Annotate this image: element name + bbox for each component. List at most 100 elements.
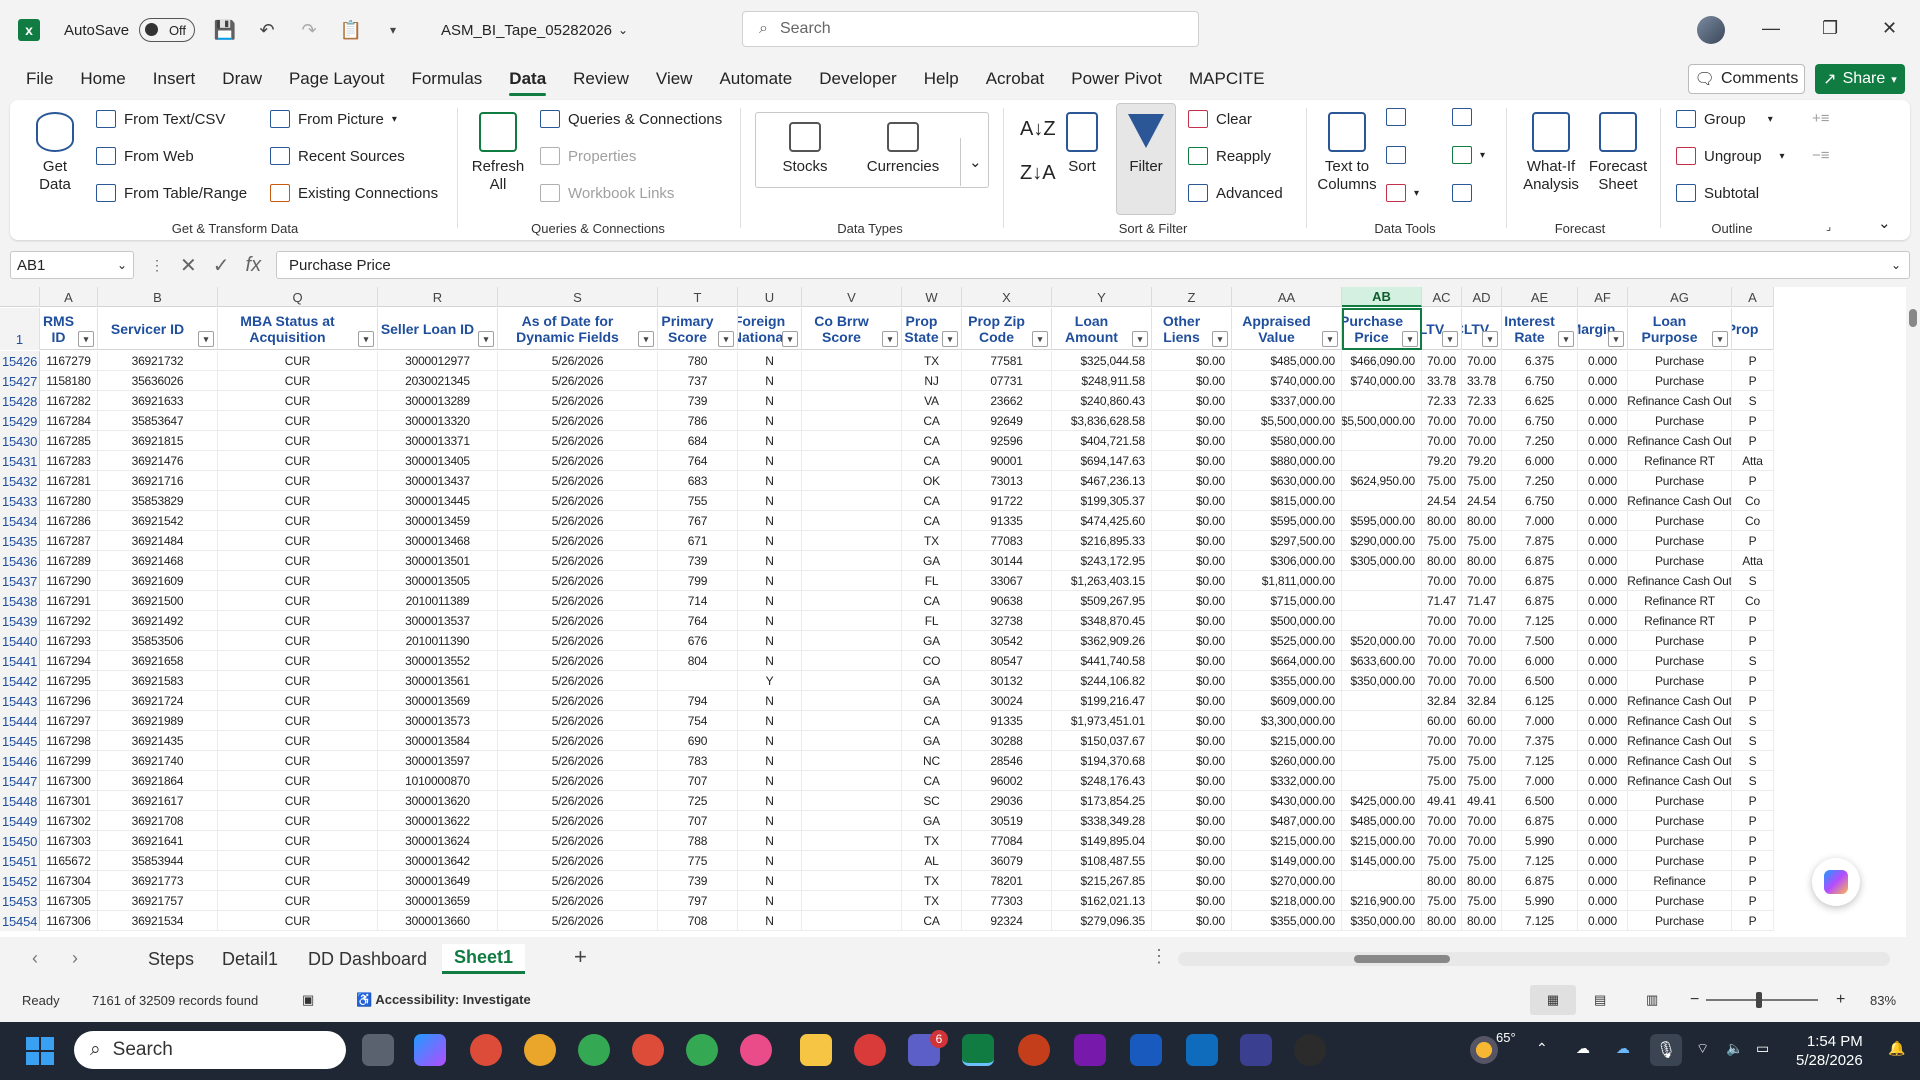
table-cell[interactable]: 737 bbox=[658, 371, 738, 391]
remove-duplicates-icon[interactable] bbox=[1386, 146, 1406, 164]
table-cell[interactable]: Purchase bbox=[1628, 411, 1732, 431]
table-cell[interactable]: 36921724 bbox=[98, 691, 218, 711]
row-number[interactable]: 15445 bbox=[0, 731, 40, 751]
table-cell[interactable]: 91335 bbox=[962, 511, 1052, 531]
table-cell[interactable]: N bbox=[738, 851, 802, 871]
table-cell[interactable]: N bbox=[738, 751, 802, 771]
table-cell[interactable]: 0.000 bbox=[1578, 351, 1628, 371]
table-cell[interactable]: N bbox=[738, 591, 802, 611]
column-header-u[interactable]: U bbox=[738, 287, 802, 307]
taskbar-search-box[interactable]: ⌕ Search bbox=[74, 1031, 346, 1069]
table-cell[interactable]: 70.00 bbox=[1422, 571, 1462, 591]
horizontal-scroll-thumb[interactable] bbox=[1354, 955, 1450, 963]
from-web-button[interactable]: From Web bbox=[96, 147, 194, 165]
table-cell[interactable]: $348,870.45 bbox=[1052, 611, 1152, 631]
header-cell[interactable]: Prop bbox=[1732, 308, 1774, 350]
table-cell[interactable]: $467,236.13 bbox=[1052, 471, 1152, 491]
table-cell[interactable]: P bbox=[1732, 871, 1774, 891]
table-cell[interactable]: 1167289 bbox=[40, 551, 98, 571]
table-cell[interactable]: 80.00 bbox=[1422, 511, 1462, 531]
table-cell[interactable]: $0.00 bbox=[1152, 551, 1232, 571]
table-cell[interactable]: 70.00 bbox=[1422, 671, 1462, 691]
table-cell[interactable]: Purchase bbox=[1628, 811, 1732, 831]
table-cell[interactable]: 714 bbox=[658, 591, 738, 611]
table-cell[interactable]: N bbox=[738, 511, 802, 531]
table-cell[interactable]: 754 bbox=[658, 711, 738, 731]
table-cell[interactable]: 92649 bbox=[962, 411, 1052, 431]
table-cell[interactable] bbox=[802, 511, 902, 531]
filter-dropdown-icon[interactable]: ▾ bbox=[1442, 331, 1458, 347]
table-cell[interactable] bbox=[1342, 871, 1422, 891]
group-button[interactable]: Group ▾ bbox=[1676, 110, 1773, 128]
row-number[interactable]: 15444 bbox=[0, 711, 40, 731]
table-cell[interactable]: P bbox=[1732, 631, 1774, 651]
forecast-sheet-button[interactable]: Forecast Sheet bbox=[1588, 112, 1648, 194]
row-number[interactable]: 15427 bbox=[0, 371, 40, 391]
table-cell[interactable]: P bbox=[1732, 431, 1774, 451]
table-cell[interactable]: 1167301 bbox=[40, 791, 98, 811]
table-cell[interactable]: 739 bbox=[658, 391, 738, 411]
table-cell[interactable]: $0.00 bbox=[1152, 611, 1232, 631]
table-cell[interactable]: CA bbox=[902, 591, 962, 611]
table-cell[interactable]: $0.00 bbox=[1152, 831, 1232, 851]
table-cell[interactable]: $0.00 bbox=[1152, 871, 1232, 891]
table-cell[interactable]: 0.000 bbox=[1578, 911, 1628, 931]
table-cell[interactable]: P bbox=[1732, 411, 1774, 431]
table-cell[interactable]: $404,721.58 bbox=[1052, 431, 1152, 451]
table-cell[interactable]: 5/26/2026 bbox=[498, 491, 658, 511]
sheet-tab-steps[interactable]: Steps bbox=[136, 944, 206, 974]
table-cell[interactable]: 3000013597 bbox=[378, 751, 498, 771]
table-cell[interactable]: 75.00 bbox=[1422, 471, 1462, 491]
table-cell[interactable]: $595,000.00 bbox=[1232, 511, 1342, 531]
table-cell[interactable]: 783 bbox=[658, 751, 738, 771]
column-header-q[interactable]: Q bbox=[218, 287, 378, 307]
table-cell[interactable]: $243,172.95 bbox=[1052, 551, 1152, 571]
table-cell[interactable]: 75.00 bbox=[1422, 531, 1462, 551]
word-icon[interactable] bbox=[1130, 1034, 1162, 1066]
table-cell[interactable]: 36921468 bbox=[98, 551, 218, 571]
table-cell[interactable]: $350,000.00 bbox=[1342, 911, 1422, 931]
table-cell[interactable] bbox=[802, 471, 902, 491]
table-cell[interactable]: $509,267.95 bbox=[1052, 591, 1152, 611]
table-cell[interactable]: P bbox=[1732, 891, 1774, 911]
filter-dropdown-icon[interactable]: ▾ bbox=[782, 331, 798, 347]
row-number[interactable]: 15446 bbox=[0, 751, 40, 771]
row-number[interactable]: 15454 bbox=[0, 911, 40, 931]
header-cell[interactable]: Seller Loan ID ▾ bbox=[378, 308, 498, 350]
table-cell[interactable] bbox=[802, 751, 902, 771]
row-number[interactable]: 15447 bbox=[0, 771, 40, 791]
table-cell[interactable]: 725 bbox=[658, 791, 738, 811]
table-cell[interactable]: 80.00 bbox=[1462, 871, 1502, 891]
table-cell[interactable]: 70.00 bbox=[1462, 571, 1502, 591]
table-cell[interactable]: N bbox=[738, 431, 802, 451]
advanced-filter-button[interactable]: Advanced bbox=[1188, 184, 1283, 202]
filter-dropdown-icon[interactable]: ▾ bbox=[1032, 331, 1048, 347]
table-cell[interactable] bbox=[802, 531, 902, 551]
table-cell[interactable]: 96002 bbox=[962, 771, 1052, 791]
next-sheet-icon[interactable]: › bbox=[72, 948, 78, 969]
table-cell[interactable]: $297,500.00 bbox=[1232, 531, 1342, 551]
table-cell[interactable]: Refinance RT bbox=[1628, 611, 1732, 631]
table-cell[interactable]: Refinance RT bbox=[1628, 591, 1732, 611]
undo-icon[interactable]: ↶ bbox=[255, 18, 279, 42]
table-cell[interactable]: 7.125 bbox=[1502, 751, 1578, 771]
table-cell[interactable]: 0.000 bbox=[1578, 851, 1628, 871]
table-cell[interactable]: N bbox=[738, 891, 802, 911]
table-cell[interactable] bbox=[802, 491, 902, 511]
table-cell[interactable]: $441,740.58 bbox=[1052, 651, 1152, 671]
table-cell[interactable]: CUR bbox=[218, 831, 378, 851]
row-number[interactable]: 15440 bbox=[0, 631, 40, 651]
table-cell[interactable]: 0.000 bbox=[1578, 491, 1628, 511]
table-cell[interactable]: N bbox=[738, 551, 802, 571]
wifi-icon[interactable]: ⌔ bbox=[1696, 1040, 1709, 1058]
table-cell[interactable]: S bbox=[1732, 751, 1774, 771]
outline-dialog-launcher-icon[interactable]: ⌟ bbox=[1826, 220, 1831, 233]
table-cell[interactable]: 70.00 bbox=[1422, 831, 1462, 851]
table-cell[interactable]: N bbox=[738, 651, 802, 671]
table-cell[interactable]: 2030021345 bbox=[378, 371, 498, 391]
table-cell[interactable]: 786 bbox=[658, 411, 738, 431]
table-cell[interactable]: $306,000.00 bbox=[1232, 551, 1342, 571]
table-cell[interactable]: GA bbox=[902, 551, 962, 571]
table-cell[interactable]: 28546 bbox=[962, 751, 1052, 771]
table-cell[interactable]: 684 bbox=[658, 431, 738, 451]
